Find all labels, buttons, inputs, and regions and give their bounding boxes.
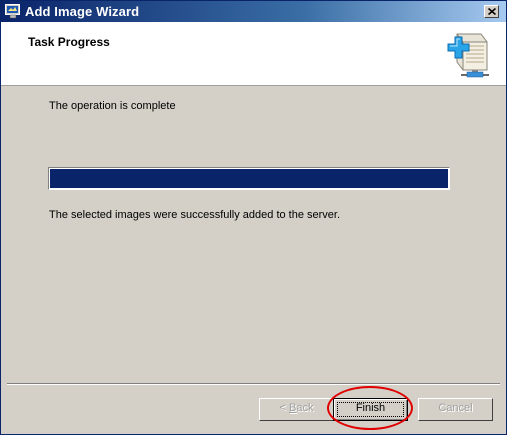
progress-bar-fill	[50, 169, 448, 188]
progress-bar	[48, 167, 450, 190]
result-message: The selected images were successfully ad…	[49, 209, 341, 221]
cancel-button-label: Cancel	[438, 402, 473, 414]
close-icon	[488, 8, 496, 15]
page-heading: Task Progress	[28, 35, 110, 49]
window-title: Add Image Wizard	[25, 4, 140, 19]
wizard-app-icon	[5, 4, 20, 19]
back-button-label: < Back	[280, 402, 314, 414]
back-prefix: <	[279, 402, 289, 414]
cancel-button[interactable]: Cancel	[418, 398, 493, 421]
wizard-window: Add Image Wizard Task Progress The opera…	[0, 0, 507, 435]
status-text: The operation is complete	[49, 100, 176, 112]
close-button[interactable]	[484, 5, 499, 18]
back-label-rest: ack	[296, 402, 314, 414]
highlight-ellipse	[327, 386, 413, 430]
wizard-header: Task Progress	[1, 22, 506, 86]
add-image-server-icon	[447, 33, 489, 78]
back-button[interactable]: < Back	[259, 398, 334, 421]
title-bar[interactable]: Add Image Wizard	[1, 1, 506, 22]
footer-divider-highlight	[7, 384, 500, 385]
